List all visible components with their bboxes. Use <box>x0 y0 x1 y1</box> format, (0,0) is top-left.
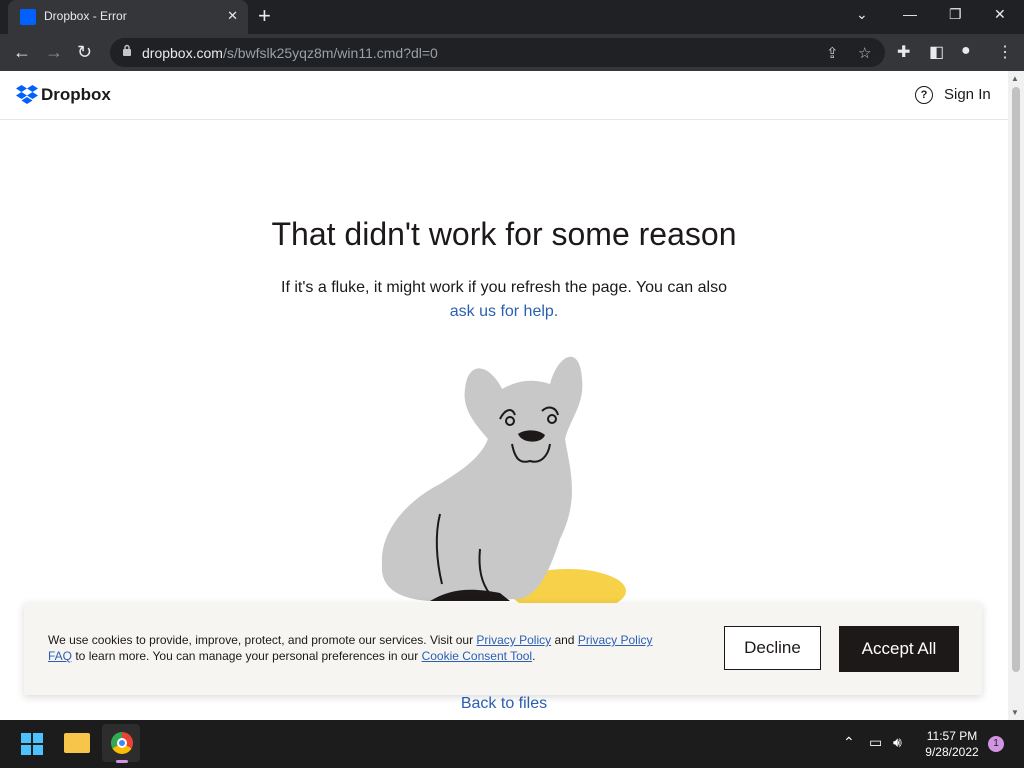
dropbox-wordmark[interactable]: Dropbox <box>41 85 111 105</box>
scroll-thumb[interactable] <box>1012 87 1020 672</box>
network-icon[interactable]: ▭ <box>869 734 882 751</box>
tab-search-chevron-icon[interactable]: ⌄ <box>856 6 868 23</box>
page-content: Dropbox ? Sign In That didn't work for s… <box>0 71 1008 720</box>
url-text: dropbox.com/s/bwfslk25yqz8m/win11.cmd?dl… <box>142 45 438 61</box>
window-close-icon[interactable]: ✕ <box>994 6 1006 23</box>
reload-icon[interactable]: ↻ <box>77 42 92 62</box>
show-hidden-icons-chevron-icon[interactable]: ⌃ <box>843 734 855 751</box>
lock-icon <box>123 44 131 56</box>
browser-tab[interactable]: Dropbox - Error ✕ <box>8 0 248 34</box>
page-scrollbar[interactable]: ▲ ▼ <box>1008 71 1024 720</box>
scroll-down-icon[interactable]: ▼ <box>1011 708 1019 717</box>
menu-kebab-icon[interactable]: ⋮ <box>997 42 1013 62</box>
windows-taskbar: ⌃ ▭ 🔊︎ 11:57 PM 9/28/2022 1 <box>0 720 1024 768</box>
help-icon[interactable]: ? <box>915 86 933 104</box>
bookmark-star-icon[interactable]: ☆ <box>858 44 871 62</box>
privacy-policy-link[interactable]: Privacy Policy <box>476 633 551 647</box>
accept-all-button[interactable]: Accept All <box>839 626 959 672</box>
notification-badge[interactable]: 1 <box>988 736 1004 752</box>
side-panel-icon[interactable]: ◧ <box>929 42 944 62</box>
dropbox-logo-icon[interactable] <box>16 85 38 105</box>
error-headline: That didn't work for some reason <box>271 216 737 252</box>
new-tab-icon[interactable]: + <box>258 4 271 28</box>
system-clock[interactable]: 11:57 PM 9/28/2022 <box>920 728 984 760</box>
error-subtext: If it's a fluke, it might work if you re… <box>0 276 1008 324</box>
back-arrow-icon[interactable]: ← <box>13 42 31 62</box>
browser-toolbar: ← → ↻ dropbox.com/s/bwfslk25yqz8m/win11.… <box>0 34 1024 71</box>
chrome-taskbar-button[interactable] <box>102 724 140 763</box>
scroll-up-icon[interactable]: ▲ <box>1011 74 1019 83</box>
tab-close-icon[interactable]: ✕ <box>227 8 238 24</box>
sign-in-link[interactable]: Sign In <box>944 86 991 103</box>
dropbox-favicon-icon <box>20 9 36 25</box>
cookie-text: We use cookies to provide, improve, prot… <box>48 633 653 663</box>
volume-icon[interactable]: 🔊︎ <box>893 734 902 751</box>
back-to-files-link[interactable]: Back to files <box>0 695 1008 713</box>
chrome-icon <box>111 732 133 754</box>
file-explorer-icon[interactable] <box>64 733 90 753</box>
cookie-consent-tool-link[interactable]: Cookie Consent Tool <box>422 649 533 663</box>
help-link[interactable]: ask us for help. <box>450 303 559 320</box>
share-icon[interactable]: ⇪ <box>826 44 839 62</box>
address-bar[interactable]: dropbox.com/s/bwfslk25yqz8m/win11.cmd?dl… <box>110 38 885 67</box>
tab-title: Dropbox - Error <box>44 9 127 23</box>
forward-arrow-icon[interactable]: → <box>45 42 63 62</box>
extensions-puzzle-icon[interactable]: ✚ <box>897 42 910 62</box>
decline-button[interactable]: Decline <box>724 626 821 670</box>
error-subtext-body: If it's a fluke, it might work if you re… <box>281 279 727 296</box>
restore-icon[interactable]: ❐ <box>949 6 962 23</box>
profile-icon[interactable]: ● <box>961 42 971 60</box>
sad-dog-illustration <box>381 356 626 609</box>
browser-tab-bar: Dropbox - Error ✕ + ⌄ — ❐ ✕ <box>0 0 1024 34</box>
minimize-icon[interactable]: — <box>903 6 917 22</box>
active-app-indicator <box>116 760 128 763</box>
cookie-banner: We use cookies to provide, improve, prot… <box>24 603 982 695</box>
clock-time: 11:57 PM <box>926 729 978 743</box>
clock-date: 9/28/2022 <box>925 745 979 759</box>
site-header: Dropbox ? Sign In <box>0 71 1008 120</box>
windows-start-icon[interactable] <box>21 733 43 755</box>
